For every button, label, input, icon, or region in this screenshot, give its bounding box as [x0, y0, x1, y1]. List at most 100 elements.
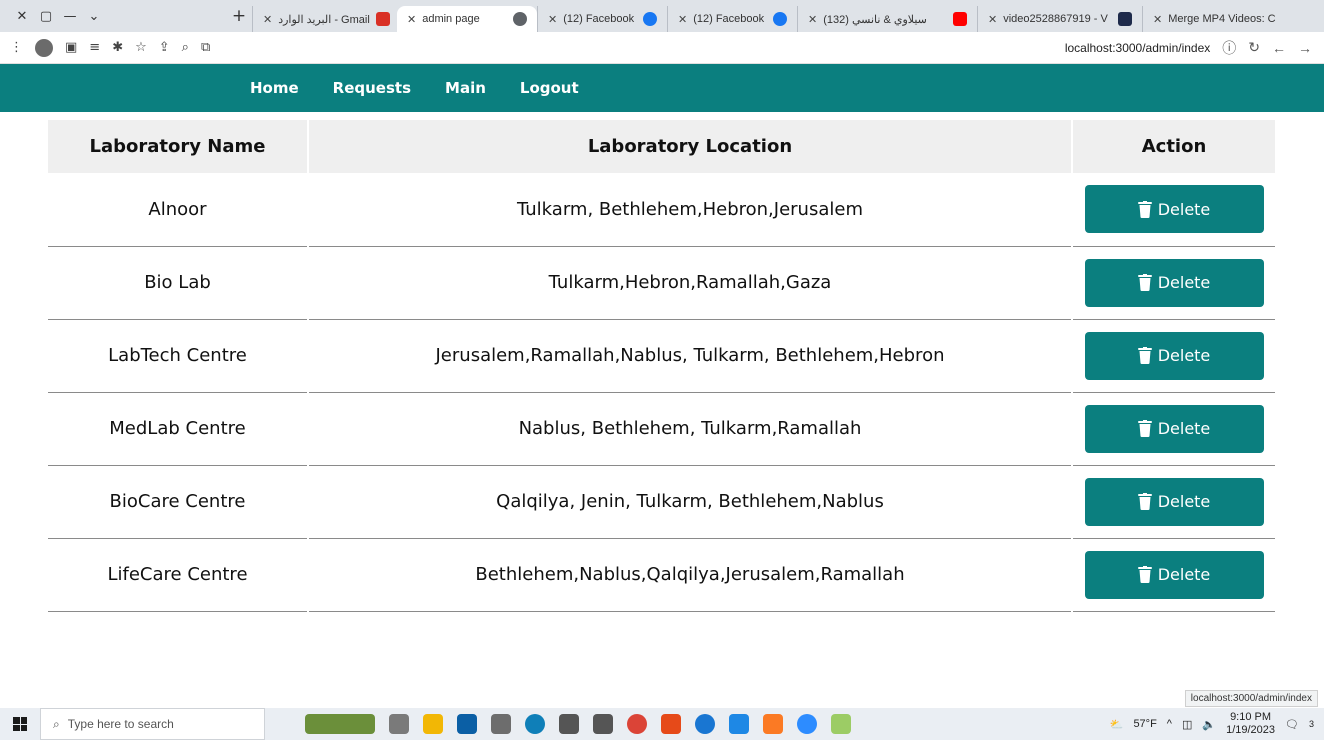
- forward-arrow-icon[interactable]: →: [1298, 40, 1312, 56]
- url-area: localhost:3000/admin/index ⓘ ↻ ← →: [1065, 38, 1324, 58]
- tab-merge-mp4[interactable]: ✕ Merge MP4 Videos: C: [1142, 6, 1282, 32]
- tab-gmail[interactable]: ✕ البريد الوارد - Gmail: [252, 6, 397, 32]
- close-tab-icon[interactable]: ✕: [988, 13, 997, 26]
- vscode-icon[interactable]: [729, 714, 749, 734]
- table-row: LabTech Centre Jerusalem,Ramallah,Nablus…: [48, 319, 1275, 393]
- tab-title: (12) Facebook: [693, 13, 765, 25]
- share-icon[interactable]: ⇪: [159, 40, 170, 55]
- news-widget-icon[interactable]: [305, 714, 375, 734]
- menu-dots-icon[interactable]: ⋮: [10, 40, 23, 55]
- lab-name-cell: Alnoor: [48, 173, 309, 247]
- close-tab-icon[interactable]: ✕: [548, 13, 557, 26]
- mail-icon[interactable]: [457, 714, 477, 734]
- app-m-icon[interactable]: [559, 714, 579, 734]
- app-blue-icon[interactable]: [695, 714, 715, 734]
- delete-button[interactable]: Delete: [1084, 477, 1264, 526]
- file-explorer-icon[interactable]: [423, 714, 443, 734]
- delete-button[interactable]: Delete: [1084, 550, 1264, 599]
- table-row: Alnoor Tulkarm, Bethlehem,Hebron,Jerusal…: [48, 173, 1275, 247]
- close-tab-icon[interactable]: ✕: [808, 13, 817, 26]
- close-tab-icon[interactable]: ✕: [678, 13, 687, 26]
- network-icon[interactable]: ◫: [1182, 718, 1192, 731]
- close-tab-icon[interactable]: ✕: [263, 13, 272, 26]
- minimize-window-icon[interactable]: —: [58, 9, 82, 24]
- tab-facebook-2[interactable]: ✕ (12) Facebook: [667, 6, 797, 32]
- delete-button[interactable]: Delete: [1084, 185, 1264, 234]
- task-view-icon[interactable]: [389, 714, 409, 734]
- address-bar: ⋮ ▣ ≡ ✱ ☆ ⇪ ⌕ ⧉ localhost:3000/admin/ind…: [0, 32, 1324, 64]
- app-f-icon[interactable]: [491, 714, 511, 734]
- reading-list-icon[interactable]: ≡: [89, 40, 100, 55]
- action-cell: Delete: [1072, 173, 1275, 247]
- tab-title: (132) سيلاوي & نانسي: [823, 13, 927, 26]
- delete-button[interactable]: Delete: [1084, 404, 1264, 453]
- app-feather-icon[interactable]: [831, 714, 851, 734]
- tab-facebook-1[interactable]: ✕ (12) Facebook: [537, 6, 667, 32]
- show-hidden-icons-chevron-icon[interactable]: ^: [1167, 718, 1172, 730]
- back-arrow-icon[interactable]: ←: [1272, 40, 1286, 56]
- taskbar-search[interactable]: ⌕ Type here to search: [40, 708, 265, 740]
- lab-name-cell: LabTech Centre: [48, 319, 309, 393]
- browser-tab-strip: ✕ ▢ — ⌄ + ✕ البريد الوارد - Gmail ✕ admi…: [0, 0, 1324, 32]
- nav-home[interactable]: Home: [250, 79, 299, 97]
- volume-icon[interactable]: 🔈: [1202, 718, 1216, 731]
- edge-icon[interactable]: [525, 714, 545, 734]
- extensions-puzzle-icon[interactable]: ✱: [112, 40, 123, 55]
- taskbar-clock[interactable]: 9:10 PM 1/19/2023: [1226, 711, 1275, 737]
- table-row: LifeCare Centre Bethlehem,Nablus,Qalqily…: [48, 538, 1275, 612]
- weather-temp[interactable]: 57°F: [1133, 718, 1156, 730]
- chrome-icon[interactable]: [627, 714, 647, 734]
- laboratories-table: Laboratory Name Laboratory Location Acti…: [48, 120, 1275, 612]
- close-window-icon[interactable]: ✕: [10, 9, 34, 24]
- tab-youtube[interactable]: ✕ (132) سيلاوي & نانسي: [797, 6, 977, 32]
- delete-button[interactable]: Delete: [1084, 331, 1264, 380]
- youtube-icon: [953, 12, 967, 26]
- nav-main[interactable]: Main: [445, 79, 486, 97]
- extension-icons: ⋮ ▣ ≡ ✱ ☆ ⇪ ⌕ ⧉: [0, 38, 210, 57]
- lab-location-cell: Tulkarm, Bethlehem,Hebron,Jerusalem: [308, 173, 1073, 247]
- xampp-icon[interactable]: [763, 714, 783, 734]
- side-panel-icon[interactable]: ▣: [65, 40, 77, 55]
- lab-location-cell: Qalqilya, Jenin, Tulkarm, Bethlehem,Nabl…: [308, 465, 1073, 539]
- url-input[interactable]: localhost:3000/admin/index: [1065, 41, 1210, 55]
- lab-name-cell: BioCare Centre: [48, 465, 309, 539]
- nav-requests[interactable]: Requests: [333, 79, 411, 97]
- action-cell: Delete: [1072, 538, 1275, 612]
- notifications-icon[interactable]: 🗨: [1285, 718, 1299, 731]
- trash-icon: [1137, 274, 1152, 291]
- install-app-icon[interactable]: ⧉: [201, 40, 210, 55]
- facebook-icon: [643, 12, 657, 26]
- taskbar-apps: [305, 714, 851, 734]
- zoom-icon[interactable]: ⌕: [182, 40, 189, 55]
- delete-button-label: Delete: [1157, 199, 1211, 219]
- delete-button[interactable]: Delete: [1084, 258, 1264, 307]
- action-cell: Delete: [1072, 319, 1275, 393]
- lab-location-cell: Nablus, Bethlehem, Tulkarm,Ramallah: [308, 392, 1073, 466]
- system-tray: ⛅ 57°F ^ ◫ 🔈 9:10 PM 1/19/2023 🗨 3: [1110, 711, 1324, 737]
- restore-window-icon[interactable]: ▢: [34, 9, 58, 24]
- lab-location-cell: Bethlehem,Nablus,Qalqilya,Jerusalem,Rama…: [308, 538, 1073, 612]
- windows-taskbar: ⌕ Type here to search ⛅ 57°F ^ ◫ 🔈 9:10 …: [0, 708, 1324, 740]
- lab-name-cell: Bio Lab: [48, 246, 309, 320]
- reload-icon[interactable]: ↻: [1248, 39, 1260, 56]
- bookmark-star-icon[interactable]: ☆: [135, 40, 147, 55]
- tab-video[interactable]: ✕ video2528867919 - V: [977, 6, 1142, 32]
- globe-icon: [513, 12, 527, 26]
- profile-avatar[interactable]: [35, 38, 53, 57]
- office-icon[interactable]: [661, 714, 681, 734]
- header-laboratory-name: Laboratory Name: [48, 120, 309, 173]
- zoom-app-icon[interactable]: [797, 714, 817, 734]
- close-tab-icon[interactable]: ✕: [1153, 13, 1162, 26]
- tab-admin-page[interactable]: ✕ admin page: [397, 6, 537, 32]
- start-button[interactable]: [0, 717, 40, 731]
- app-y-icon[interactable]: [593, 714, 613, 734]
- clock-time: 9:10 PM: [1230, 711, 1272, 723]
- nav-logout[interactable]: Logout: [520, 79, 579, 97]
- header-laboratory-location: Laboratory Location: [308, 120, 1073, 173]
- close-tab-icon[interactable]: ✕: [407, 13, 416, 26]
- new-tab-button[interactable]: +: [226, 6, 252, 26]
- weather-icon[interactable]: ⛅: [1110, 718, 1124, 731]
- trash-icon: [1137, 493, 1152, 510]
- site-info-icon[interactable]: ⓘ: [1222, 38, 1236, 58]
- tab-search-chevron-icon[interactable]: ⌄: [82, 9, 106, 24]
